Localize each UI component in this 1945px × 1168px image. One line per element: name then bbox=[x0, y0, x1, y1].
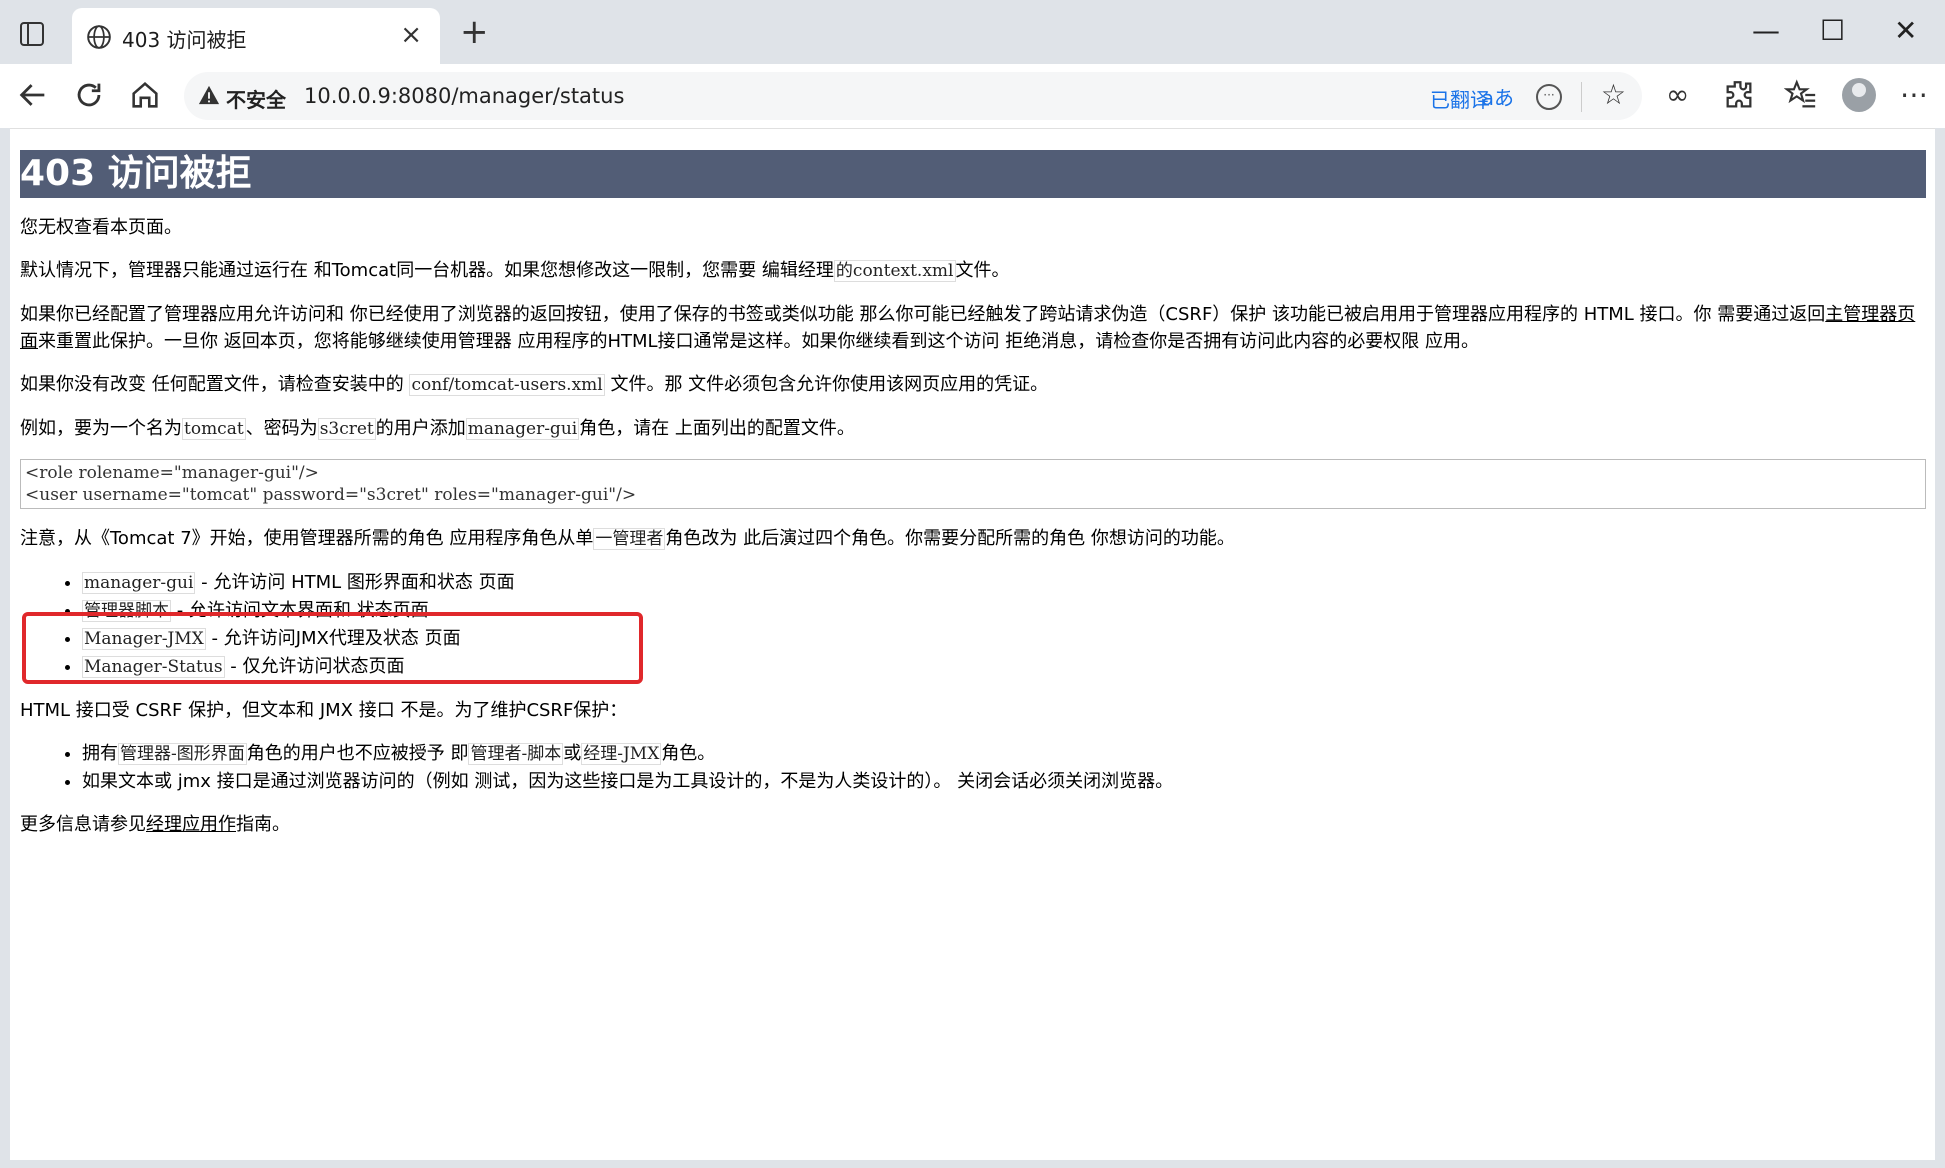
close-window-button[interactable]: ✕ bbox=[1894, 14, 1917, 48]
csrf1-b: 角色的用户也不应被授予 即 bbox=[246, 743, 469, 764]
p5-c: 的用户添加 bbox=[375, 418, 466, 439]
more-options-icon[interactable]: ··· bbox=[1536, 84, 1562, 110]
script-role-code: 管理者-脚本 bbox=[468, 743, 564, 765]
list-item: 拥有管理器-图形界面角色的用户也不应被授予 即管理者-脚本或经理-JMX角色。 bbox=[82, 740, 1926, 768]
p2-tail: 文件。 bbox=[955, 260, 1010, 281]
p2-text: 默认情况下，管理器只能通过运行在 和Tomcat同一台机器。如果您想修改这一限制… bbox=[20, 260, 834, 281]
address-bar[interactable]: 不安全 10.0.0.9:8080/manager/status 已翻译 aあ … bbox=[184, 72, 1642, 120]
role-code: manager-gui bbox=[465, 418, 580, 440]
csrf1-d: 角色。 bbox=[661, 743, 716, 764]
manager-guide-link[interactable]: 经理应用作 bbox=[146, 814, 236, 835]
p6-b: 角色改为 此后演过四个角色。你需要分配所需的角色 你想访问的功能。 bbox=[665, 528, 1235, 549]
code-line-role: <role rolename="manager-gui"/> bbox=[25, 463, 319, 483]
tomcat-users-xml-code: conf/tomcat-users.xml bbox=[409, 374, 605, 396]
page-content: 403 访问被拒 您无权查看本页面。 默认情况下，管理器只能通过运行在 和Tom… bbox=[20, 150, 1926, 854]
profile-avatar[interactable] bbox=[1842, 78, 1876, 112]
paragraph-csrf-info: 如果你已经配置了管理器应用允许访问和 你已经使用了浏览器的返回按钮，使用了保存的… bbox=[20, 301, 1926, 355]
url-text[interactable]: 10.0.0.9:8080/manager/status bbox=[304, 84, 624, 108]
role-desc: - 允许访问JMX代理及状态 页面 bbox=[205, 628, 461, 649]
favorites-icon[interactable] bbox=[1784, 78, 1818, 112]
maximize-button[interactable]: ☐ bbox=[1820, 14, 1845, 48]
p3-text: 如果你已经配置了管理器应用允许访问和 你已经使用了浏览器的返回按钮，使用了保存的… bbox=[20, 304, 1826, 325]
list-item: manager-gui - 允许访问 HTML 图形界面和状态 页面 bbox=[82, 569, 1926, 597]
back-icon[interactable] bbox=[16, 78, 50, 112]
tab-close-icon[interactable]: × bbox=[400, 20, 422, 50]
paragraph-tomcat7-note: 注意，从《Tomcat 7》开始，使用管理器所需的角色 应用程序角色从单 一管理者… bbox=[20, 525, 1926, 553]
window-bottom-edge bbox=[0, 1160, 1945, 1168]
config-code-block: <role rolename="manager-gui"/> <user use… bbox=[20, 459, 1926, 509]
extensions-icon[interactable] bbox=[1722, 78, 1756, 112]
p8-a: 更多信息请参见 bbox=[20, 814, 146, 835]
role-desc: - 仅允许访问状态页面 bbox=[224, 656, 405, 677]
paragraph-example: 例如，要为一个名为 tomcat 、密码为 s3cret 的用户添加 manager-gu… bbox=[20, 415, 1926, 443]
list-item: 管理器脚本 - 允许访问文本界面和 状态页面 bbox=[82, 597, 1926, 625]
code-line-user: <user username="tomcat" password="s3cret… bbox=[25, 485, 637, 505]
p6-a: 注意，从《Tomcat 7》开始，使用管理器所需的角色 应用程序角色从单 bbox=[20, 528, 594, 549]
context-xml-code: 的context.xml bbox=[833, 260, 956, 282]
active-tab[interactable]: 403 访问被拒 × bbox=[72, 8, 440, 64]
infinity-icon[interactable]: ∞ bbox=[1666, 78, 1689, 112]
no-permission-text: 您无权查看本页面。 bbox=[20, 217, 182, 238]
csrf2-text: 如果文本或 jmx 接口是通过浏览器访问的（例如 测试，因为这些接口是为工具设计… bbox=[82, 771, 1174, 792]
tab-title: 403 访问被拒 bbox=[122, 28, 247, 52]
role-name-code: 管理器脚本 bbox=[82, 600, 171, 622]
p8-b: 指南。 bbox=[236, 814, 290, 835]
csrf-list: 拥有管理器-图形界面角色的用户也不应被授予 即管理者-脚本或经理-JMX角色。 … bbox=[20, 740, 1926, 795]
p4-tail: 文件。那 文件必须包含允许你使用该网页应用的凭证。 bbox=[604, 374, 1049, 395]
globe-icon bbox=[87, 25, 111, 49]
paragraph-config-file: 如果你没有改变 任何配置文件，请检查安装中的 conf/tomcat-users… bbox=[20, 371, 1926, 399]
list-item: Manager-JMX - 允许访问JMX代理及状态 页面 bbox=[82, 625, 1926, 653]
jmx-role-code: 经理-JMX bbox=[581, 743, 662, 765]
password-code: s3cret bbox=[317, 418, 376, 440]
paragraph-more-info: 更多信息请参见经理应用作指南。 bbox=[20, 811, 1926, 838]
favorite-star-icon[interactable]: ☆ bbox=[1601, 78, 1626, 111]
paragraph-no-permission: 您无权查看本页面。 bbox=[20, 214, 1926, 241]
single-role-code: 一管理者 bbox=[593, 528, 666, 550]
gui-role-code: 管理器-图形界面 bbox=[118, 743, 247, 765]
csrf1-a: 拥有 bbox=[82, 743, 118, 764]
translate-icon[interactable]: aあ bbox=[1482, 82, 1514, 111]
new-tab-button[interactable]: + bbox=[460, 14, 489, 50]
warning-icon[interactable] bbox=[198, 84, 220, 106]
p4-text: 如果你没有改变 任何配置文件，请检查安装中的 bbox=[20, 374, 410, 395]
minimize-button[interactable]: — bbox=[1752, 14, 1780, 48]
username-code: tomcat bbox=[182, 418, 246, 440]
paragraph-csrf-protection: HTML 接口受 CSRF 保护，但文本和 JMX 接口 不是。为了维护CSRF… bbox=[20, 697, 1926, 724]
browser-toolbar: 不安全 10.0.0.9:8080/manager/status 已翻译 aあ … bbox=[0, 64, 1945, 128]
csrf1-c: 或 bbox=[563, 743, 582, 764]
sidebar-toggle-icon[interactable] bbox=[20, 22, 44, 46]
p5-d: 角色，请在 上面列出的配置文件。 bbox=[579, 418, 855, 439]
address-divider bbox=[1581, 82, 1582, 112]
tab-bar: 403 访问被拒 × + — ☐ ✕ bbox=[0, 0, 1945, 64]
home-icon[interactable] bbox=[128, 78, 162, 112]
refresh-icon[interactable] bbox=[72, 78, 106, 112]
p7-text: HTML 接口受 CSRF 保护，但文本和 JMX 接口 不是。为了维护CSRF… bbox=[20, 700, 628, 721]
role-desc: - 允许访问文本界面和 状态页面 bbox=[171, 600, 429, 621]
role-name-code: manager-gui bbox=[82, 572, 196, 594]
menu-icon[interactable]: ⋯ bbox=[1900, 78, 1928, 112]
role-name-code: Manager-JMX bbox=[82, 628, 206, 650]
list-item: 如果文本或 jmx 接口是通过浏览器访问的（例如 测试，因为这些接口是为工具设计… bbox=[82, 768, 1926, 795]
list-item: Manager-Status - 仅允许访问状态页面 bbox=[82, 653, 1926, 681]
page-viewport: 403 访问被拒 您无权查看本页面。 默认情况下，管理器只能通过运行在 和Tom… bbox=[10, 128, 1935, 1161]
page-title: 403 访问被拒 bbox=[20, 150, 1926, 198]
paragraph-default-access: 默认情况下，管理器只能通过运行在 和Tomcat同一台机器。如果您想修改这一限制… bbox=[20, 257, 1926, 285]
p5-a: 例如，要为一个名为 bbox=[20, 418, 182, 439]
p3-tail: 来重置此保护。一旦你 返回本页，您将能够继续使用管理器 应用程序的HTML接口通… bbox=[38, 331, 1479, 352]
roles-list: manager-gui - 允许访问 HTML 图形界面和状态 页面 管理器脚本… bbox=[20, 569, 1926, 681]
role-desc: - 允许访问 HTML 图形界面和状态 页面 bbox=[195, 572, 515, 593]
role-name-code: Manager-Status bbox=[82, 656, 225, 678]
security-label[interactable]: 不安全 bbox=[226, 84, 286, 113]
p5-b: 、密码为 bbox=[245, 418, 318, 439]
